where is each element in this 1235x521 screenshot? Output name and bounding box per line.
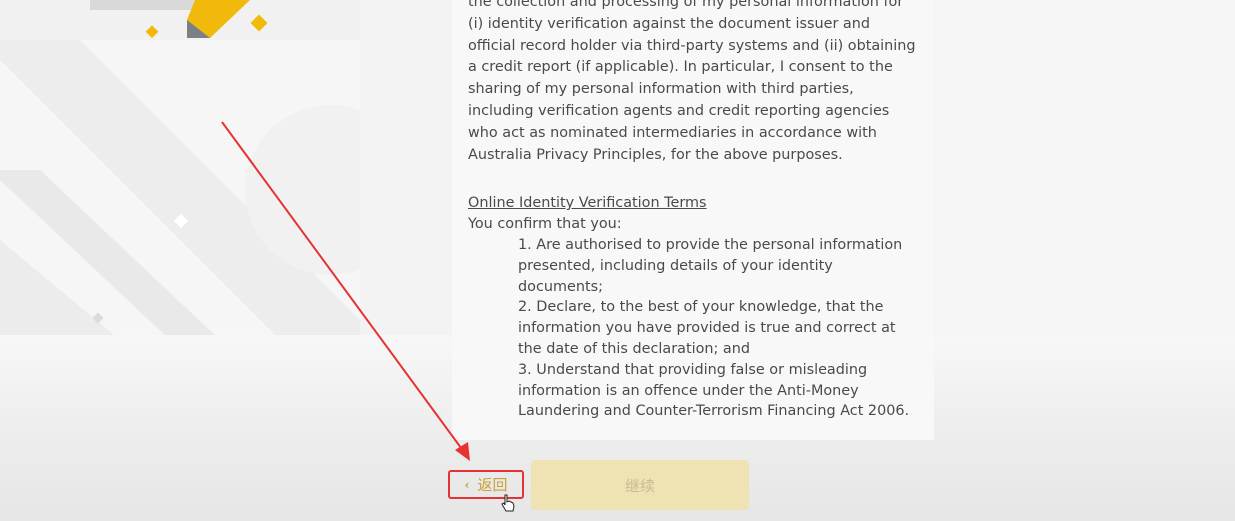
terms-list-item: 1. Are authorised to provide the persona… xyxy=(518,237,903,295)
terms-list-item: 2. Declare, to the best of your knowledg… xyxy=(518,299,896,357)
terms-heading-link[interactable]: Online Identity Verification Terms xyxy=(468,193,707,214)
decorative-background-left xyxy=(0,0,360,340)
back-button-label: 返回 xyxy=(477,476,508,494)
chevron-left-icon: ‹ xyxy=(464,477,470,492)
terms-list: 1. Are authorised to provide the persona… xyxy=(518,235,918,422)
hand-cursor-icon xyxy=(501,494,515,512)
screen: the collection and processing of my pers… xyxy=(0,0,1235,521)
terms-list-item: 3. Understand that providing false or mi… xyxy=(518,361,910,420)
confirm-line: You confirm that you: xyxy=(468,216,622,232)
decorative-shapes xyxy=(0,0,360,340)
consent-paragraph: the collection and processing of my pers… xyxy=(468,0,916,163)
continue-button[interactable]: 继续 xyxy=(531,460,749,510)
continue-button-label: 继续 xyxy=(624,476,655,495)
